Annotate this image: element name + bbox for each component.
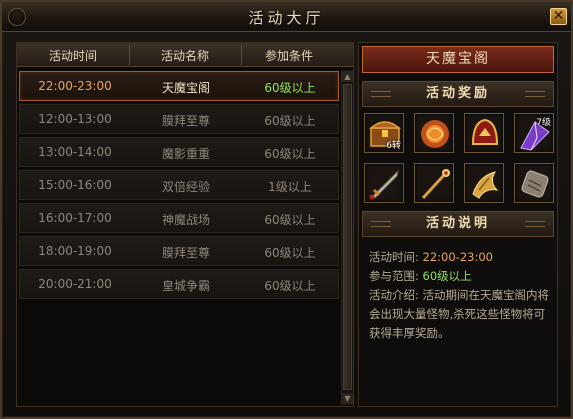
- reward-slot[interactable]: [414, 163, 454, 203]
- golden-claw-icon: [472, 171, 499, 199]
- rewards-title: 活动奖励: [425, 86, 490, 101]
- time-value: 22:00-23:00: [422, 250, 493, 264]
- scrollbar-thumb[interactable]: [343, 84, 352, 390]
- table-row[interactable]: 16:00-17:00 神魔战场 60级以上: [19, 203, 339, 233]
- activity-list-panel: 活动时间 活动名称 参加条件 22:00-23:00 天魔宝阁 60级以上 12…: [16, 42, 354, 407]
- reward-level: 7级: [536, 118, 551, 128]
- scroll-down-icon[interactable]: ▼: [342, 393, 353, 404]
- row-time: 16:00-17:00: [38, 211, 112, 225]
- range-value: 60级以上: [422, 269, 472, 283]
- row-name: 双倍经验: [161, 180, 210, 194]
- description-header: 活动说明: [362, 211, 554, 237]
- ornament-icon: [525, 91, 545, 97]
- header-time: 活动时间: [48, 49, 97, 63]
- reward-slot[interactable]: 6转: [364, 113, 404, 153]
- golden-helmet-icon: [471, 118, 499, 145]
- activity-detail-panel: 天魔宝阁 活动奖励 6转 7级 活动说明 活动时间: 22:00-23:00 参…: [358, 42, 558, 407]
- row-condition: 60级以上: [264, 213, 316, 227]
- table-row[interactable]: 13:00-14:00 魔影重重 60级以上: [19, 137, 339, 167]
- activity-hall-window: 活动大厅 ✕ 活动时间 活动名称 参加条件 22:00-23:00 天魔宝阁 6…: [0, 0, 573, 419]
- stone-tablet-icon: [521, 170, 549, 198]
- reward-slot[interactable]: 7级: [514, 113, 554, 153]
- row-condition: 60级以上: [264, 114, 316, 128]
- table-row[interactable]: 15:00-16:00 双倍经验 1级以上: [19, 170, 339, 200]
- intro-line: 活动介绍: 活动期间在天魔宝阁内将会出现大量怪物,杀死这些怪物将可获得丰厚奖励。: [369, 286, 551, 343]
- scrollbar[interactable]: ▲ ▼: [341, 70, 353, 405]
- row-name: 膜拜至尊: [161, 246, 210, 260]
- row-time: 18:00-19:00: [38, 244, 112, 258]
- reward-slot[interactable]: [414, 113, 454, 153]
- close-button[interactable]: ✕: [550, 8, 567, 25]
- row-time: 20:00-21:00: [38, 277, 112, 291]
- rewards-header: 活动奖励: [362, 81, 554, 107]
- reward-slot[interactable]: [464, 113, 504, 153]
- event-description: 活动时间: 22:00-23:00 参与范围: 60级以上 活动介绍: 活动期间…: [369, 248, 551, 343]
- reward-slot[interactable]: [514, 163, 554, 203]
- reward-count: 6转: [386, 141, 401, 151]
- range-line: 参与范围: 60级以上: [369, 267, 551, 286]
- row-condition: 60级以上: [264, 81, 316, 95]
- row-name: 皇城争霸: [161, 279, 210, 293]
- scroll-up-icon[interactable]: ▲: [342, 71, 353, 82]
- time-label: 活动时间:: [369, 250, 419, 264]
- row-time: 22:00-23:00: [38, 79, 112, 93]
- ornament-icon: [371, 221, 391, 227]
- table-row[interactable]: 18:00-19:00 膜拜至尊 60级以上: [19, 236, 339, 266]
- range-label: 参与范围:: [369, 269, 419, 283]
- row-name: 魔影重重: [161, 147, 210, 161]
- row-time: 12:00-13:00: [38, 112, 112, 126]
- staff-icon: [421, 169, 450, 200]
- row-name: 膜拜至尊: [161, 114, 210, 128]
- row-condition: 1级以上: [268, 180, 312, 194]
- header-condition: 参加条件: [264, 49, 313, 63]
- row-time: 15:00-16:00: [38, 178, 112, 192]
- table-header: 活动时间 活动名称 参加条件: [17, 43, 353, 67]
- reward-slot[interactable]: [464, 163, 504, 203]
- window-title: 活动大厅: [248, 9, 325, 27]
- header-name: 活动名称: [160, 49, 209, 63]
- time-line: 活动时间: 22:00-23:00: [369, 248, 551, 267]
- row-condition: 60级以上: [264, 147, 316, 161]
- ornament-icon: [371, 91, 391, 97]
- description-title: 活动说明: [425, 216, 490, 231]
- orange-orb-icon: [421, 120, 449, 148]
- selected-event-title: 天魔宝阁: [362, 46, 554, 73]
- intro-label: 活动介绍:: [369, 288, 419, 302]
- row-name: 神魔战场: [161, 213, 210, 227]
- activity-rows: 22:00-23:00 天魔宝阁 60级以上 12:00-13:00 膜拜至尊 …: [19, 71, 339, 302]
- table-row[interactable]: 12:00-13:00 膜拜至尊 60级以上: [19, 104, 339, 134]
- row-name: 天魔宝阁: [161, 81, 210, 95]
- row-condition: 60级以上: [264, 246, 316, 260]
- row-time: 13:00-14:00: [38, 145, 112, 159]
- table-row[interactable]: 20:00-21:00 皇城争霸 60级以上: [19, 269, 339, 299]
- row-condition: 60级以上: [264, 279, 316, 293]
- title-bar[interactable]: 活动大厅 ✕: [2, 2, 571, 32]
- reward-slot[interactable]: [364, 163, 404, 203]
- ornament-icon: [525, 221, 545, 227]
- sword-icon: [369, 169, 399, 200]
- table-row[interactable]: 22:00-23:00 天魔宝阁 60级以上: [19, 71, 339, 101]
